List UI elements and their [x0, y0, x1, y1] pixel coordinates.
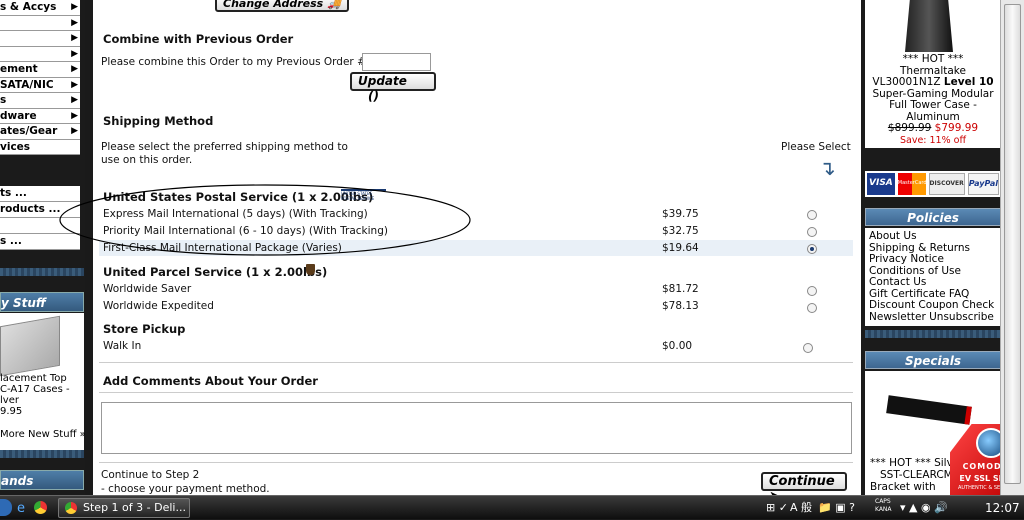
shipping-option-price: $78.13 [662, 300, 699, 312]
taskbar-window-title: Step 1 of 3 - Deli... [83, 501, 186, 514]
shipping-radio[interactable] [807, 227, 817, 237]
product-desc[interactable]: Super-Gaming Modular Full Tower Case - A… [865, 88, 1001, 124]
new-stuff-heading: y Stuff [0, 292, 84, 312]
annotation-ellipse [59, 184, 471, 256]
tray-icons[interactable]: 📁 ▣ ? [818, 496, 855, 520]
more-new-stuff-link[interactable]: More New Stuff » [0, 429, 86, 440]
product-image[interactable] [886, 395, 972, 425]
specials-heading: Specials [865, 351, 1001, 369]
chevron-icon: () [368, 89, 379, 103]
clock[interactable]: 12:07 [985, 496, 1020, 520]
specials-text[interactable]: *** HOT *** Silve SST-CLEARCM Bracket wi… [870, 457, 959, 493]
policy-link[interactable]: Contact Us [865, 276, 1001, 289]
scrollbar[interactable] [1000, 0, 1024, 495]
category-item[interactable]: dware ▶ [0, 109, 80, 124]
category-item[interactable]: ▶ [0, 47, 80, 62]
policies-heading: Policies [865, 208, 1001, 226]
ups-title: United Parcel Service (1 x 2.00lbs) [103, 265, 328, 279]
checkout-main: Change Address 🚚 Combine with Previous O… [59, 0, 861, 504]
category-item[interactable]: vices [0, 140, 80, 155]
scroll-thumb[interactable] [1004, 4, 1021, 484]
shipping-title: Shipping Method [103, 114, 214, 128]
shipping-option-price: $39.75 [662, 208, 699, 220]
save-label: Save: 11% off [899, 134, 967, 146]
change-address-button[interactable]: Change Address 🚚 [215, 0, 349, 12]
paypal-icon: PayPal [967, 173, 999, 195]
policy-link[interactable]: About Us [865, 230, 1001, 243]
payment-cards: VISA MasterCard DISCOVER PayPal [865, 171, 1001, 197]
arrow-down-icon: ↴ [819, 156, 836, 180]
taskbar-window-button[interactable]: Step 1 of 3 - Deli... [58, 498, 190, 518]
shipping-radio[interactable] [807, 286, 817, 296]
taskbar: e Step 1 of 3 - Deli... ⊞ ✓ A 般 📁 ▣ ? CA… [0, 495, 1024, 519]
shipping-radio[interactable] [807, 210, 817, 220]
policy-link[interactable]: Privacy Notice [865, 253, 1001, 266]
shipping-option-price: $0.00 [662, 340, 693, 352]
category-item[interactable]: s ▶ [0, 93, 80, 109]
discover-icon: DISCOVER [928, 173, 965, 195]
divider [99, 362, 853, 363]
please-select-label: Please Select [781, 141, 851, 153]
hot-label: *** HOT *** [902, 53, 964, 65]
comments-textarea[interactable] [101, 402, 852, 454]
tray-icons[interactable]: ▾ ▲ ◉ 🔊 [900, 496, 948, 520]
continue-sub: - choose your payment method. [101, 483, 270, 495]
policies-list: About Us Shipping & Returns Privacy Noti… [865, 228, 1001, 326]
divider [865, 330, 1001, 338]
previous-order-input[interactable] [362, 53, 431, 71]
policy-link[interactable]: Discount Coupon Check [865, 299, 1001, 312]
pickup-title: Store Pickup [103, 322, 186, 336]
shipping-option-label: Walk In [103, 340, 142, 352]
category-item[interactable]: s & Accys ▶ [0, 0, 80, 16]
chrome-icon [65, 502, 77, 514]
divider [99, 462, 853, 463]
shipping-option-label: Worldwide Expedited [103, 300, 214, 312]
start-icon[interactable] [0, 499, 12, 516]
shipping-option-price: $19.64 [662, 242, 699, 254]
combine-prompt: Please combine this Order to my Previous… [101, 56, 370, 68]
shipping-option-label: Worldwide Saver [103, 283, 192, 295]
product-text[interactable]: lacement Top C-A17 Cases - lver 9.95 [0, 373, 70, 417]
product-image[interactable] [0, 315, 60, 377]
brands-heading: ands [0, 470, 84, 490]
ie-icon[interactable]: e [17, 501, 25, 516]
continue-step: Continue to Step 2 [101, 469, 200, 481]
category-item[interactable]: ates/Gear ▶ [0, 124, 80, 140]
divider [0, 268, 84, 276]
truck-icon: 🚚 [327, 0, 341, 10]
chrome-icon[interactable] [34, 501, 47, 514]
shipping-radio-selected[interactable] [807, 244, 817, 254]
shipping-instructions: Please select the preferred shipping met… [101, 141, 348, 166]
visa-icon: VISA [867, 173, 895, 195]
divider [99, 392, 853, 393]
category-item[interactable]: SATA/NIC ▶ [0, 78, 80, 93]
price-line: $899.99 $799.99 [887, 122, 979, 134]
shipping-option-price: $81.72 [662, 283, 699, 295]
category-item[interactable]: ▶ [0, 16, 80, 31]
new-stuff-box: lacement Top C-A17 Cases - lver 9.95 Mor… [0, 313, 86, 450]
combine-title: Combine with Previous Order [103, 32, 294, 46]
update-button[interactable]: Update () [350, 72, 436, 103]
product-model[interactable]: VL30001N1Z Level 10 [865, 76, 1001, 89]
category-item[interactable]: ement ▶ [0, 62, 80, 78]
featured-product[interactable]: *** HOT *** Thermaltake VL30001N1Z Level… [865, 0, 1001, 148]
shipping-option-price: $32.75 [662, 225, 699, 237]
category-menu: s & Accys ▶ ▶ ▶ ▶ ement ▶ SATA/NIC ▶ s ▶ dwa… [0, 0, 80, 155]
mastercard-icon: MasterCard [897, 173, 926, 195]
shipping-radio[interactable] [803, 343, 813, 353]
shipping-radio[interactable] [807, 303, 817, 313]
category-item[interactable]: ▶ [0, 31, 80, 47]
comments-title: Add Comments About Your Order [103, 374, 318, 388]
language-indicator[interactable]: A 般 [790, 496, 812, 520]
product-image[interactable] [905, 0, 953, 52]
ups-logo-icon [306, 264, 315, 275]
policy-link[interactable]: Newsletter Unsubscribe [865, 311, 1001, 324]
continue-button[interactable]: Continue ➤ [761, 472, 847, 504]
caps-indicator: CAPS KANA [875, 498, 892, 513]
tray-icons[interactable]: ⊞ ✓ [766, 496, 788, 520]
divider [0, 450, 84, 458]
